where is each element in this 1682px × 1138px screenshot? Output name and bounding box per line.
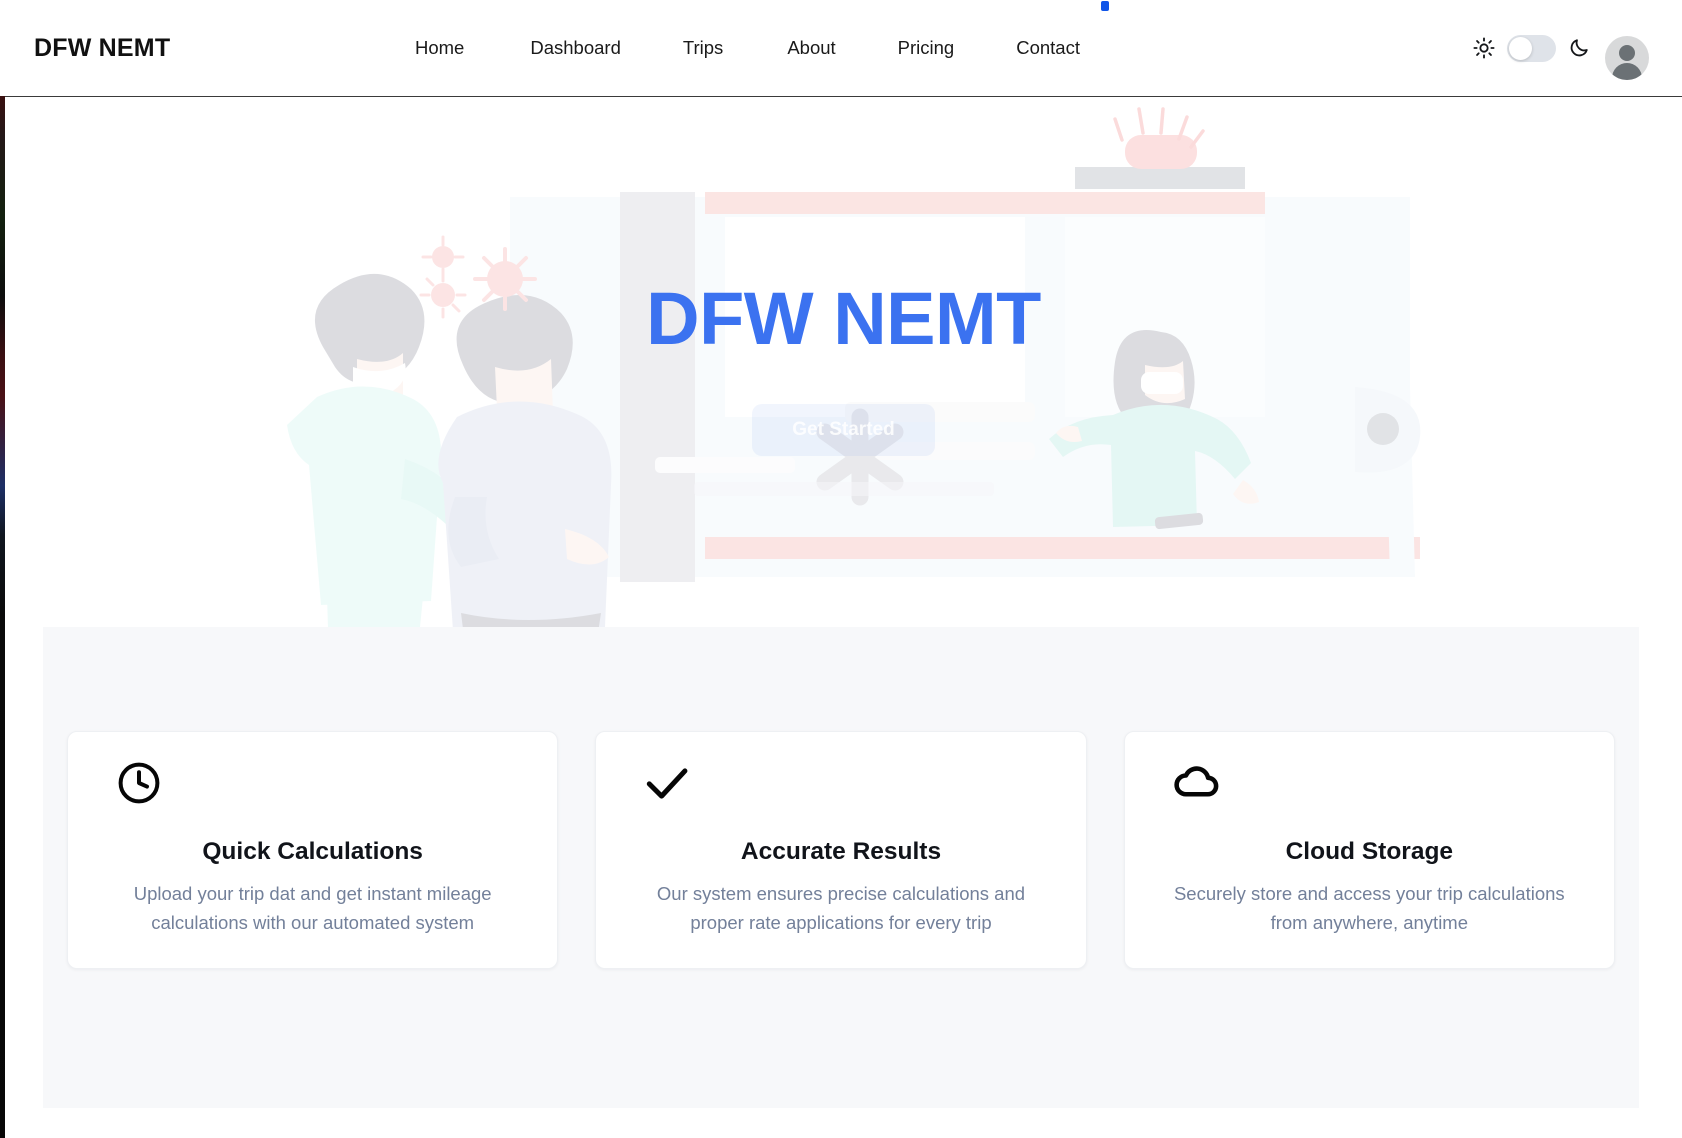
top-navbar: DFW NEMT Home Dashboard Trips About Pric… <box>5 0 1682 97</box>
avatar-head-shape <box>1619 45 1635 61</box>
feature-card-description: Our system ensures precise calculations … <box>656 883 1026 933</box>
cloud-icon <box>1171 758 1221 808</box>
feature-card-cloud-storage: Cloud Storage Securely store and access … <box>1123 731 1615 969</box>
brand-logo[interactable]: DFW NEMT <box>34 34 170 63</box>
feature-card-title: Cloud Storage <box>1285 838 1454 865</box>
nav-link-trips[interactable]: Trips <box>683 31 723 65</box>
nav-link-contact[interactable]: Contact <box>1016 31 1080 65</box>
feature-card-description: Securely store and access your trip calc… <box>1173 883 1565 933</box>
nav-link-about[interactable]: About <box>787 31 835 65</box>
clock-icon <box>114 758 164 808</box>
feature-card-title: Quick Calculations <box>202 838 423 865</box>
window-left-edge-strip <box>0 96 5 1138</box>
page-root: DFW NEMT Home Dashboard Trips About Pric… <box>0 0 1682 1138</box>
feature-card-accurate-results: Accurate Results Our system ensures prec… <box>595 731 1087 969</box>
feature-card-description: Upload your trip dat and get instant mil… <box>133 883 492 933</box>
cursor-indicator-dot <box>1101 1 1109 11</box>
get-started-button[interactable]: Get Started <box>752 404 935 456</box>
nav-link-pricing[interactable]: Pricing <box>898 31 955 65</box>
hero-section: DFW NEMT Get Started <box>5 97 1682 627</box>
avatar-body-shape <box>1612 63 1642 80</box>
sun-icon <box>1473 37 1495 59</box>
feature-card-title: Accurate Results <box>740 838 942 865</box>
hero-subtitle-placeholder <box>693 482 994 496</box>
check-icon <box>642 758 692 808</box>
navbar-actions <box>1473 34 1590 62</box>
feature-card-quick-calculations: Quick Calculations Upload your trip dat … <box>67 731 559 969</box>
nav-link-home[interactable]: Home <box>415 31 464 65</box>
hero-title: DFW NEMT <box>646 277 1041 360</box>
features-section: Quick Calculations Upload your trip dat … <box>43 627 1639 1108</box>
feature-cards-row: Quick Calculations Upload your trip dat … <box>67 731 1615 969</box>
theme-toggle-switch[interactable] <box>1507 34 1556 62</box>
moon-icon <box>1568 37 1590 59</box>
theme-toggle-knob <box>1509 36 1532 60</box>
hero-content: DFW NEMT Get Started <box>5 97 1682 627</box>
main-navigation: Home Dashboard Trips About Pricing Conta… <box>415 31 1080 65</box>
avatar[interactable] <box>1605 36 1649 80</box>
nav-link-dashboard[interactable]: Dashboard <box>530 31 621 65</box>
